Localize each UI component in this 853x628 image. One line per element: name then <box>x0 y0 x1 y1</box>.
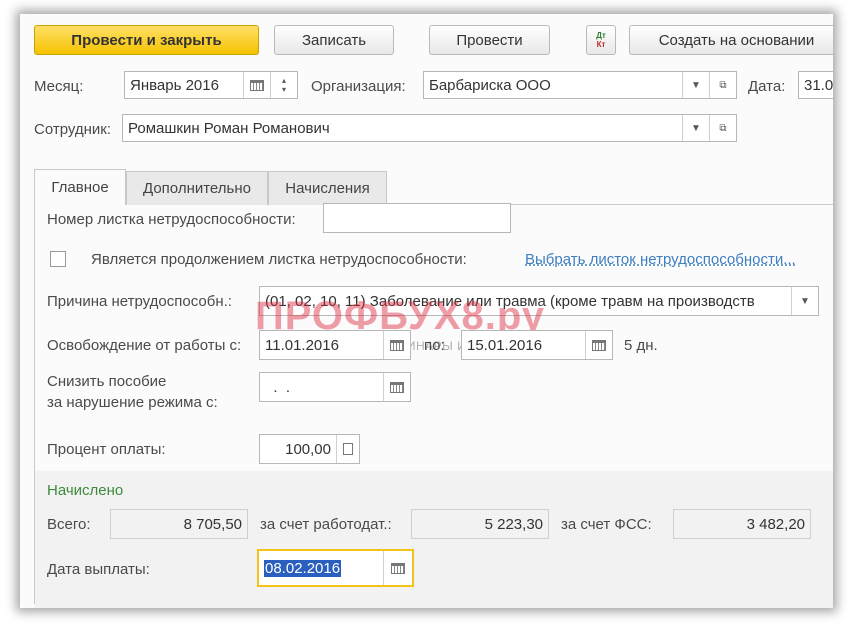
reduce-benefit-date-input[interactable]: . . <box>259 372 411 402</box>
fss-field: 3 482,20 <box>673 509 811 539</box>
fss-label: за счет ФСС: <box>561 516 652 533</box>
release-to-date-input[interactable]: 15.01.2016 <box>461 330 613 360</box>
accrued-section-title: Начислено <box>47 482 124 499</box>
save-label: Записать <box>301 31 367 49</box>
fss-value: 3 482,20 <box>746 515 805 533</box>
create-based-on-button[interactable]: Создать на основании <box>629 25 833 55</box>
release-to-calendar-button[interactable] <box>585 331 612 359</box>
dtkt-icon-top: Дт <box>596 31 606 40</box>
pay-date-value: 08.02.2016 <box>264 559 342 577</box>
calculator-icon <box>343 443 353 455</box>
total-field: 8 705,50 <box>110 509 248 539</box>
reduce-benefit-value: . . <box>265 378 291 396</box>
pay-date-value-wrap: 08.02.2016 <box>259 559 383 577</box>
month-value: Январь 2016 <box>130 76 219 94</box>
reduce-benefit-label-1: Снизить пособие <box>47 373 167 390</box>
document-window: Провести и закрыть Записать Провести Дт … <box>20 14 833 608</box>
chevron-down-icon: ▼ <box>691 79 701 91</box>
days-count: 5 дн. <box>624 337 658 354</box>
pay-date-label: Дата выплаты: <box>47 561 150 578</box>
employee-open-button[interactable]: ⧉ <box>709 115 736 141</box>
dtkt-icon-bottom: Кт <box>596 40 606 49</box>
month-calendar-button[interactable] <box>243 72 270 98</box>
total-label: Всего: <box>47 516 91 533</box>
sheet-number-input[interactable] <box>323 203 511 233</box>
month-label: Месяц: <box>34 78 84 95</box>
reduce-benefit-calendar-button[interactable] <box>383 373 410 401</box>
employer-field: 5 223,30 <box>411 509 549 539</box>
continuation-label: Является продолжением листка нетрудоспос… <box>91 251 467 268</box>
month-stepper[interactable]: ▴ ▾ <box>270 72 297 98</box>
choose-sheet-link[interactable]: Выбрать листок нетрудоспособности... <box>525 251 796 268</box>
employee-dropdown-button[interactable]: ▼ <box>682 115 709 141</box>
employer-value: 5 223,30 <box>484 515 543 533</box>
organization-dropdown-button[interactable]: ▼ <box>682 72 709 98</box>
post-button[interactable]: Провести <box>429 25 550 55</box>
open-icon: ⧉ <box>719 122 727 134</box>
release-from-value: 11.01.2016 <box>265 336 339 354</box>
organization-label: Организация: <box>311 78 406 95</box>
total-value: 8 705,50 <box>183 515 242 533</box>
tab-additional-label: Дополнительно <box>143 180 251 197</box>
post-and-close-button[interactable]: Провести и закрыть <box>34 25 259 55</box>
open-icon: ⧉ <box>719 79 727 91</box>
payment-percent-label: Процент оплаты: <box>47 441 166 458</box>
pay-date-input[interactable]: 08.02.2016 <box>257 549 414 587</box>
calendar-icon <box>592 339 606 351</box>
payment-percent-input[interactable]: 100,00 <box>259 434 360 464</box>
sheet-number-label: Номер листка нетрудоспособности: <box>47 211 296 228</box>
dtkt-report-button[interactable]: Дт Кт <box>586 25 616 55</box>
date-field[interactable]: 31.0 <box>798 71 833 99</box>
tab-main[interactable]: Главное <box>34 169 126 205</box>
employer-label: за счет работодат.: <box>260 516 392 533</box>
post-and-close-label: Провести и закрыть <box>71 31 222 49</box>
employee-value: Ромашкин Роман Романович <box>128 119 330 137</box>
employee-label: Сотрудник: <box>34 121 112 138</box>
continuation-checkbox[interactable] <box>50 251 66 267</box>
date-value: 31.0 <box>804 76 833 94</box>
stepper-up-icon: ▴ <box>281 76 286 85</box>
organization-field[interactable]: Барбариска ООО ▼ ⧉ <box>423 71 737 99</box>
chevron-down-icon: ▼ <box>691 122 701 134</box>
employee-field[interactable]: Ромашкин Роман Романович ▼ ⧉ <box>122 114 737 142</box>
organization-value: Барбариска ООО <box>429 76 551 94</box>
release-to-label: по: <box>424 337 445 354</box>
release-to-value: 15.01.2016 <box>467 336 543 354</box>
date-label: Дата: <box>748 78 786 95</box>
release-from-calendar-button[interactable] <box>383 331 410 359</box>
month-field[interactable]: Январь 2016 ▴ ▾ <box>124 71 298 99</box>
reason-label: Причина нетрудоспособн.: <box>47 293 232 310</box>
reason-dropdown-button[interactable]: ▼ <box>791 287 818 315</box>
tab-accruals-label: Начисления <box>285 180 370 197</box>
pay-date-calendar-button[interactable] <box>383 551 412 585</box>
payment-percent-value: 100,00 <box>285 440 331 458</box>
release-from-date-input[interactable]: 11.01.2016 <box>259 330 411 360</box>
calendar-icon <box>391 562 405 574</box>
organization-open-button[interactable]: ⧉ <box>709 72 736 98</box>
release-from-label: Освобождение от работы с: <box>47 337 242 354</box>
accrued-section <box>35 471 833 608</box>
tab-additional[interactable]: Дополнительно <box>126 171 268 205</box>
stepper-down-icon: ▾ <box>281 85 286 94</box>
chevron-down-icon: ▼ <box>800 295 810 307</box>
post-label: Провести <box>456 31 523 49</box>
create-based-on-label: Создать на основании <box>658 31 815 49</box>
tab-main-label: Главное <box>51 179 109 196</box>
calendar-icon <box>250 79 264 91</box>
calendar-icon <box>390 339 404 351</box>
tab-accruals[interactable]: Начисления <box>268 171 387 205</box>
save-button[interactable]: Записать <box>274 25 394 55</box>
calendar-icon <box>390 381 404 393</box>
calculator-button[interactable] <box>336 435 359 463</box>
reduce-benefit-label-2: за нарушение режима с: <box>47 394 218 411</box>
